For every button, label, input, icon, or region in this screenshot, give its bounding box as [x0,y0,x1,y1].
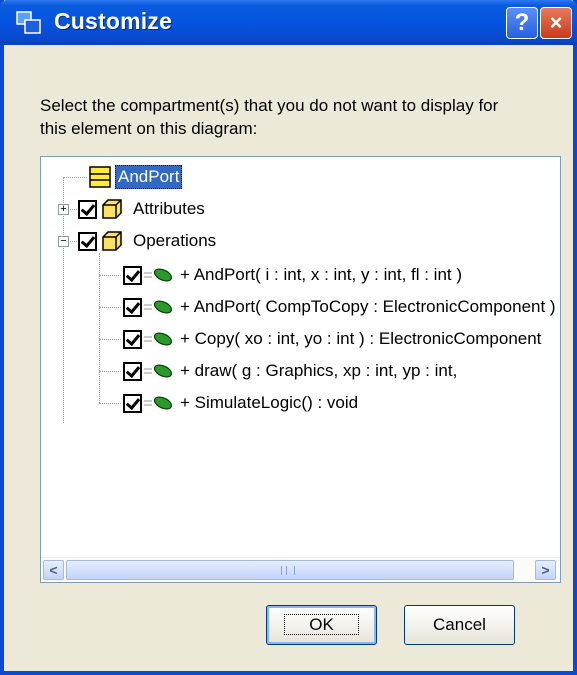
operation-checkbox[interactable] [123,297,142,317]
compartment-tree[interactable]: AndPort + Attributes − Operations + AndP… [40,156,561,583]
operation-checkbox[interactable] [123,393,142,413]
instruction-text: Select the compartment(s) that you do no… [40,96,499,138]
tree-item-operation[interactable]: + AndPort( CompToCopy : ElectronicCompon… [123,292,556,322]
operation-checkbox[interactable] [123,361,142,381]
folder-cube-icon [102,231,122,251]
tree-line [99,339,121,340]
ok-label: OK [284,614,359,635]
expand-toggle[interactable]: + [58,204,69,215]
tree-item-label: AndPort [115,165,183,189]
folder-cube-icon [102,199,122,219]
operation-label: + AndPort( CompToCopy : ElectronicCompon… [180,297,556,316]
tree-item-label: Operations [133,231,217,250]
scroll-left-arrow[interactable]: < [43,560,64,580]
tree-line [99,307,121,308]
app-icon [16,11,41,34]
window-title: Customize [54,8,173,34]
scroll-grip-icon [281,566,295,575]
ok-button[interactable]: OK [266,605,377,645]
operation-checkbox[interactable] [123,265,142,285]
tree-item-root[interactable]: AndPort [89,162,183,192]
tree-item-operation[interactable]: + draw( g : Graphics, xp : int, yp : int… [123,356,457,386]
tree-line [99,371,121,372]
tree-line [99,275,121,276]
tree-item-operation[interactable]: + AndPort( i : int, x : int, y : int, fl… [123,260,462,290]
tree-line [63,177,87,178]
customize-dialog: Customize ? × Select the compartment(s) … [0,0,577,675]
operation-icon [144,396,173,410]
attributes-checkbox[interactable] [78,199,97,219]
tree-item-operation[interactable]: + Copy( xo : int, yo : int ) : Electroni… [123,324,541,354]
operation-icon [144,268,173,282]
title-bar[interactable]: Customize ? × [0,0,577,45]
tree-item-operation[interactable]: + SimulateLogic() : void [123,388,358,418]
tree-line [99,403,121,404]
collapse-toggle[interactable]: − [58,236,69,247]
operation-label: + Copy( xo : int, yo : int ) : Electroni… [180,329,542,348]
operation-label: + draw( g : Graphics, xp : int, yp : int… [180,361,458,380]
operation-label: + AndPort( i : int, x : int, y : int, fl… [180,265,463,284]
scroll-right-arrow[interactable]: > [535,560,556,580]
class-icon [89,166,111,188]
operation-icon [144,364,173,378]
help-button[interactable]: ? [506,7,538,39]
horizontal-scrollbar[interactable]: < > [41,557,560,582]
operations-checkbox[interactable] [78,231,97,251]
tree-item-label: Attributes [133,199,205,218]
tree-item-operations[interactable]: Operations [78,226,216,256]
cancel-button[interactable]: Cancel [404,605,515,645]
operation-checkbox[interactable] [123,329,142,349]
operation-icon [144,332,173,346]
operation-icon [144,300,173,314]
tree-item-attributes[interactable]: Attributes [78,194,205,224]
close-button[interactable]: × [540,7,572,39]
scroll-thumb[interactable] [66,560,514,580]
operation-label: + SimulateLogic() : void [180,393,359,412]
